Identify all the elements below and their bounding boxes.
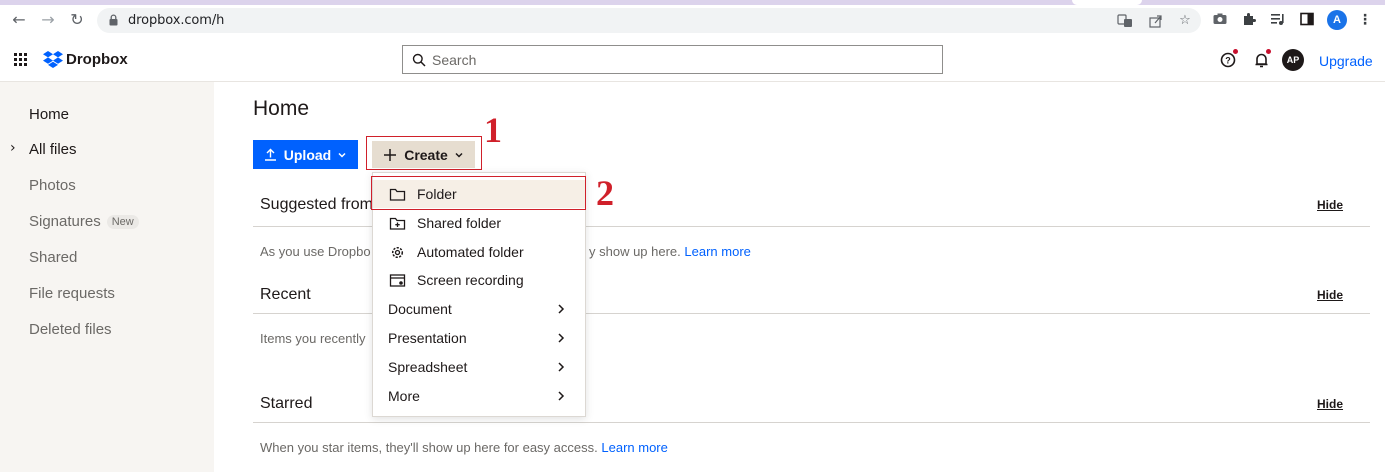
more-vert-icon[interactable]: ⋮: [1356, 11, 1374, 29]
suggested-empty-text-end: y show up here. Learn more: [589, 244, 751, 259]
suggested-hide-button[interactable]: Hide: [1317, 198, 1343, 212]
app-header: Dropbox ? AP Upgrade: [0, 36, 1385, 82]
svg-text:?: ?: [1225, 56, 1231, 66]
extensions-puzzle-icon[interactable]: [1240, 11, 1258, 29]
chevron-right-icon[interactable]: ›: [10, 140, 20, 156]
divider: [253, 422, 1370, 423]
dropbox-logo[interactable]: Dropbox: [43, 50, 128, 68]
sidebar-item-all-files[interactable]: All files: [29, 141, 77, 161]
menu-item-shared-folder[interactable]: Shared folder: [373, 209, 585, 237]
share-icon[interactable]: [1148, 13, 1164, 29]
sidebar: Home › All files Photos Signatures New Sh…: [0, 82, 214, 472]
browser-profile-avatar[interactable]: A: [1327, 10, 1347, 30]
search-icon: [412, 53, 426, 67]
starred-empty-text: When you star items, they'll show up her…: [260, 440, 668, 455]
chevron-down-icon: [338, 152, 346, 158]
search-input[interactable]: [432, 50, 932, 70]
sidebar-item-label: Signatures: [29, 213, 101, 230]
app-grid-icon[interactable]: [14, 53, 27, 66]
search-field[interactable]: [402, 45, 943, 74]
recent-section-title: Recent: [260, 286, 311, 303]
star-icon[interactable]: ☆: [1177, 13, 1193, 29]
menu-item-document[interactable]: Document: [373, 295, 585, 323]
bell-notification-dot: [1266, 49, 1271, 54]
logo-text: Dropbox: [66, 50, 128, 68]
chevron-right-icon: [558, 333, 565, 343]
annotation-number-1: 1: [484, 110, 502, 150]
learn-more-link[interactable]: Learn more: [684, 244, 750, 259]
learn-more-link[interactable]: Learn more: [601, 440, 667, 455]
recent-empty-text: Items you recently: [260, 331, 366, 346]
menu-item-screen-recording[interactable]: Screen recording: [373, 266, 585, 294]
help-icon[interactable]: ?: [1220, 49, 1238, 69]
camera-icon[interactable]: [1211, 11, 1229, 29]
suggested-empty-text: As you use Dropbo: [260, 244, 371, 259]
new-badge: New: [106, 215, 139, 230]
annotation-box-create: [366, 136, 482, 170]
bell-icon[interactable]: [1253, 49, 1271, 69]
sidebar-item-photos[interactable]: Photos: [29, 177, 76, 197]
media-control-icon[interactable]: [1269, 11, 1287, 29]
upload-icon: [264, 148, 276, 161]
suggested-section-title: Suggested from: [260, 196, 373, 213]
side-panel-icon[interactable]: [1298, 11, 1316, 29]
lock-icon: [109, 14, 118, 26]
help-notification-dot: [1233, 49, 1238, 54]
recent-hide-button[interactable]: Hide: [1317, 288, 1343, 302]
browser-toolbar: ← → ↻ dropbox.com/h ☆ A ⋮: [0, 5, 1385, 36]
annotation-box-folder: [371, 176, 586, 210]
menu-item-presentation[interactable]: Presentation: [373, 324, 585, 352]
user-avatar[interactable]: AP: [1282, 49, 1304, 71]
upgrade-link[interactable]: Upgrade: [1319, 53, 1373, 69]
chevron-right-icon: [558, 391, 565, 401]
upload-button[interactable]: Upload: [253, 140, 358, 169]
url-text: dropbox.com/h: [128, 13, 225, 28]
sidebar-item-deleted-files[interactable]: Deleted files: [29, 321, 112, 341]
menu-item-spreadsheet[interactable]: Spreadsheet: [373, 353, 585, 381]
gear-icon: [391, 246, 404, 258]
back-arrow-icon[interactable]: ←: [9, 10, 29, 30]
sidebar-item-home[interactable]: Home: [29, 106, 69, 126]
sidebar-item-shared[interactable]: Shared: [29, 249, 77, 269]
sidebar-item-signatures[interactable]: Signatures New: [29, 213, 139, 233]
address-bar[interactable]: dropbox.com/h ☆: [97, 8, 1201, 33]
annotation-number-2: 2: [596, 173, 614, 213]
reload-icon[interactable]: ↻: [67, 10, 87, 30]
chevron-right-icon: [558, 304, 565, 314]
chevron-right-icon: [558, 362, 565, 372]
starred-hide-button[interactable]: Hide: [1317, 397, 1343, 411]
upload-label: Upload: [283, 146, 332, 163]
menu-item-more[interactable]: More: [373, 382, 585, 410]
forward-arrow-icon[interactable]: →: [38, 10, 58, 30]
page-title: Home: [253, 97, 310, 120]
sidebar-item-file-requests[interactable]: File requests: [29, 285, 115, 305]
translate-icon[interactable]: [1117, 13, 1133, 29]
starred-section-title: Starred: [260, 395, 313, 412]
shared-folder-icon: [389, 217, 406, 230]
dropbox-logo-icon: [43, 50, 63, 68]
screen-recording-icon: [389, 273, 406, 287]
menu-item-automated-folder[interactable]: Automated folder: [373, 238, 585, 266]
